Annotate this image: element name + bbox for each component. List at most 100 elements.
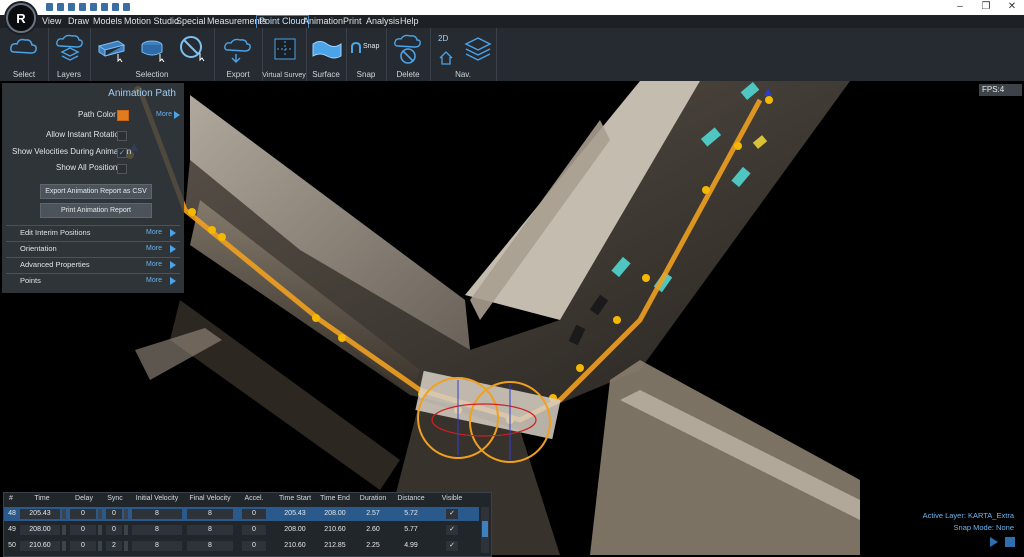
col-header-visible[interactable]: Visible [440, 495, 464, 502]
path-marker[interactable] [642, 274, 650, 282]
col-header-distance[interactable]: Distance [397, 495, 425, 502]
path-marker[interactable] [188, 208, 196, 216]
path-marker[interactable] [734, 142, 742, 150]
section-orientation[interactable]: Orientation More [6, 241, 180, 255]
show-all-positions-checkbox[interactable] [117, 164, 127, 174]
expand-arrow-icon[interactable] [170, 261, 176, 269]
cell-final-velocity[interactable]: 8 [187, 541, 233, 551]
more-link[interactable]: More [146, 258, 162, 272]
cell-delay[interactable]: 0 [70, 525, 96, 535]
path-marker[interactable] [312, 314, 320, 322]
grid-scroll-thumb[interactable] [482, 521, 488, 537]
new-file-icon[interactable] [46, 3, 53, 11]
snap-button[interactable]: Snap [363, 43, 379, 50]
menu-special[interactable]: Special [174, 15, 208, 28]
col-header-accel[interactable]: Accel. [242, 495, 266, 502]
app-logo[interactable]: R [6, 3, 36, 33]
print-icon[interactable] [123, 3, 130, 11]
section-points[interactable]: Points More [6, 273, 180, 287]
close-button[interactable]: ✕ [1002, 1, 1022, 13]
menu-view[interactable]: View [40, 15, 63, 28]
cell-delay[interactable]: 0 [70, 509, 96, 519]
col-header-time[interactable]: Time [29, 495, 55, 502]
cylinder-select-icon[interactable] [138, 38, 168, 62]
export-cloud-icon[interactable] [222, 36, 256, 64]
delay-stepper[interactable] [98, 525, 102, 535]
path-marker[interactable] [613, 316, 621, 324]
home-icon[interactable] [438, 50, 454, 66]
more-link[interactable]: More [146, 274, 162, 288]
stop-icon[interactable] [1005, 537, 1015, 547]
menu-models[interactable]: Models [91, 15, 124, 28]
delete-cloud-icon[interactable] [392, 34, 424, 66]
nav-mode-toggle[interactable]: 2D [438, 34, 448, 43]
path-marker[interactable] [576, 364, 584, 372]
cell-delay[interactable]: 0 [70, 541, 96, 551]
sync-stepper[interactable] [124, 509, 128, 519]
col-header-sync[interactable]: Sync [105, 495, 125, 502]
delay-stepper[interactable] [98, 541, 102, 551]
sync-stepper[interactable] [124, 525, 128, 535]
save-icon[interactable] [90, 3, 97, 11]
paste-icon[interactable] [79, 3, 86, 11]
path-marker[interactable] [765, 96, 773, 104]
visible-checkbox[interactable]: ✓ [446, 509, 458, 519]
cell-initial-velocity[interactable]: 8 [132, 509, 182, 519]
surface-icon[interactable] [311, 36, 343, 62]
menu-animation[interactable]: Animation [301, 15, 345, 28]
box-select-icon[interactable] [96, 38, 126, 62]
menu-help[interactable]: Help [398, 15, 421, 28]
cell-initial-velocity[interactable]: 8 [132, 541, 182, 551]
table-row[interactable]: 49 208.00 0 0 8 8 0 208.00 210.60 2.60 5… [4, 523, 479, 537]
menu-draw[interactable]: Draw [66, 15, 91, 28]
cell-sync[interactable]: 0 [106, 525, 122, 535]
cell-sync[interactable]: 2 [106, 541, 122, 551]
show-velocities-checkbox[interactable]: ✓ [117, 148, 127, 158]
cell-time[interactable]: 208.00 [20, 525, 60, 535]
delay-stepper[interactable] [98, 509, 102, 519]
path-marker[interactable] [338, 334, 346, 342]
minimize-button[interactable]: – [950, 1, 970, 13]
export-icon[interactable] [101, 3, 108, 11]
expand-arrow-icon[interactable] [170, 229, 176, 237]
col-header-time-start[interactable]: Time Start [277, 495, 313, 502]
menu-analysis[interactable]: Analysis [364, 15, 402, 28]
open-file-icon[interactable] [57, 3, 64, 11]
col-header-delay[interactable]: Delay [71, 495, 97, 502]
path-marker[interactable] [218, 233, 226, 241]
col-header-final-velocity[interactable]: Final Velocity [187, 495, 233, 502]
cell-initial-velocity[interactable]: 8 [132, 525, 182, 535]
col-header-index[interactable]: # [6, 495, 16, 502]
col-header-duration[interactable]: Duration [358, 495, 388, 502]
select-cloud-icon[interactable] [8, 34, 40, 60]
copy-icon[interactable] [68, 3, 75, 11]
section-advanced-properties[interactable]: Advanced Properties More [6, 257, 180, 271]
time-stepper[interactable] [62, 525, 66, 535]
maximize-button[interactable]: ❐ [976, 1, 996, 13]
sync-stepper[interactable] [124, 541, 128, 551]
cell-final-velocity[interactable]: 8 [187, 525, 233, 535]
layers-stack-icon[interactable] [464, 36, 492, 62]
grid-scrollbar[interactable] [481, 507, 489, 553]
allow-instant-rotation-checkbox[interactable] [117, 131, 127, 141]
time-stepper[interactable] [62, 509, 66, 519]
visible-checkbox[interactable]: ✓ [446, 541, 458, 551]
deselect-icon[interactable] [178, 34, 208, 64]
table-row[interactable]: 50 210.60 0 2 8 8 0 210.60 212.85 2.25 4… [4, 539, 479, 553]
path-color-expand-icon[interactable] [174, 111, 180, 119]
snap-magnet-icon[interactable] [350, 42, 362, 54]
cell-accel[interactable]: 0 [242, 509, 266, 519]
expand-arrow-icon[interactable] [170, 245, 176, 253]
visible-checkbox[interactable]: ✓ [446, 525, 458, 535]
path-color-more-link[interactable]: More [156, 111, 172, 118]
virtual-survey-icon[interactable] [274, 38, 296, 60]
print-animation-report-button[interactable]: Print Animation Report [40, 203, 152, 218]
cell-accel[interactable]: 0 [242, 525, 266, 535]
play-icon[interactable] [990, 537, 998, 547]
layers-icon[interactable] [54, 34, 86, 64]
settings-icon[interactable] [112, 3, 119, 11]
export-animation-report-button[interactable]: Export Animation Report as CSV [40, 184, 152, 199]
more-link[interactable]: More [146, 226, 162, 240]
path-marker[interactable] [208, 226, 216, 234]
more-link[interactable]: More [146, 242, 162, 256]
